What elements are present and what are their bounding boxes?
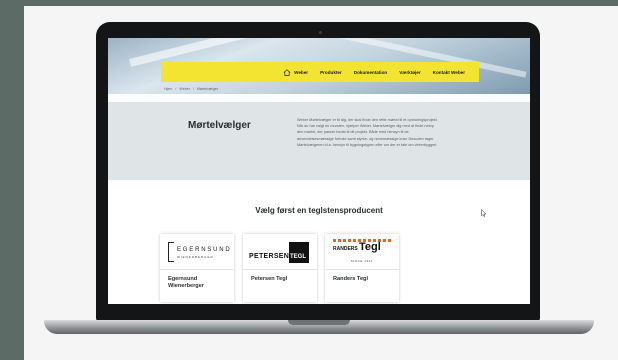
nav-label: Kontakt Weber	[432, 69, 465, 75]
producer-name: Petersen Tegl	[251, 276, 288, 282]
nav-item-vaerktojer[interactable]: Værktøjer	[399, 70, 420, 75]
producer-name: Randers Tegl	[333, 276, 369, 282]
nav-item-produkter[interactable]: Produkter	[320, 70, 342, 75]
producer-card-egernsund[interactable]: EGERNSUND WIENERBERGER Egernsund Wienerb…	[160, 234, 234, 302]
nav-item-kontakt[interactable]: Kontakt Weber	[433, 70, 465, 75]
randers-logo: RANDERS Tegl SINCE 1911	[333, 239, 391, 267]
producer-logo-area: EGERNSUND WIENERBERGER	[160, 234, 234, 270]
page-title: Mørtelvælger	[188, 120, 251, 131]
intro-text: Weber Mørtelvælger er til dig, der skal …	[297, 118, 438, 147]
nav-label: Dokumentation	[353, 69, 388, 75]
nav-item-weber[interactable]: Weber	[283, 68, 309, 76]
intro-section: Mørtelvælger Weber Mørtelvælger er til d…	[108, 102, 530, 180]
nav-label: Produkter	[320, 69, 342, 75]
home-icon	[283, 68, 291, 76]
petersen-logo: PETERSEN TEGL	[249, 242, 311, 264]
breadcrumb-home[interactable]: Hjem	[164, 87, 172, 91]
breadcrumb-weber[interactable]: Weber	[179, 87, 190, 91]
nav-label: Værktøjer	[399, 69, 421, 75]
producer-card-petersen[interactable]: PETERSEN TEGL Petersen Tegl	[243, 234, 317, 302]
laptop-hinge-notch	[288, 320, 350, 325]
egernsund-logo: EGERNSUND WIENERBERGER	[168, 242, 230, 262]
webcam-icon	[319, 31, 322, 34]
mouse-cursor-icon	[481, 209, 487, 217]
laptop-screen: Weber Produkter Dokumentation Værktøjer …	[108, 38, 530, 304]
producer-logo-area: RANDERS Tegl SINCE 1911	[325, 234, 399, 270]
nav-label: Weber	[294, 69, 309, 75]
producer-logo-area: PETERSEN TEGL	[243, 234, 317, 270]
nav-item-dokumentation[interactable]: Dokumentation	[354, 70, 387, 75]
main-navigation: Weber Produkter Dokumentation Værktøjer …	[161, 62, 479, 82]
section-title: Vælg først en teglstensproducent	[255, 206, 383, 215]
breadcrumb: Hjem / Weber / Mørtelvælger	[164, 87, 219, 91]
producer-card-randers[interactable]: RANDERS Tegl SINCE 1911 Randers Tegl	[325, 234, 399, 302]
breadcrumb-current: Mørtelvælger	[196, 87, 219, 91]
producer-name: Egernsund Wienerberger	[168, 276, 205, 290]
